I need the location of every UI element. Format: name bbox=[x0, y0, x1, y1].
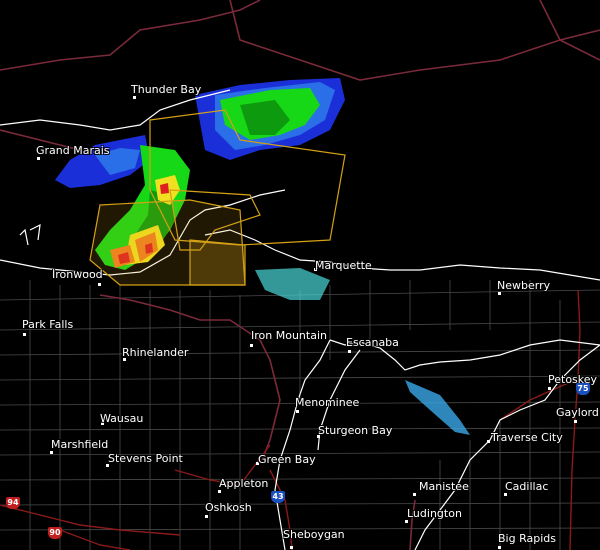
city-stevens-point: Stevens Point bbox=[108, 452, 183, 465]
city-dot bbox=[487, 440, 490, 443]
city-rhinelander: Rhinelander bbox=[122, 346, 189, 359]
interstate-94-shield: 94 bbox=[6, 497, 20, 509]
city-sturgeon-bay: Sturgeon Bay bbox=[318, 424, 393, 437]
city-gaylord: Gaylord bbox=[556, 406, 599, 419]
city-dot bbox=[405, 520, 408, 523]
city-dot bbox=[205, 515, 208, 518]
city-big-rapids: Big Rapids bbox=[498, 532, 556, 545]
city-dot bbox=[50, 451, 53, 454]
city-dot bbox=[498, 292, 501, 295]
interstate-43-shield: 43 bbox=[271, 491, 285, 503]
city-dot bbox=[574, 420, 577, 423]
city-dot bbox=[23, 333, 26, 336]
city-iron-mountain: Iron Mountain bbox=[251, 329, 327, 342]
city-dot bbox=[296, 410, 299, 413]
city-ironwood: Ironwood bbox=[52, 268, 103, 281]
city-cadillac: Cadillac bbox=[505, 480, 549, 493]
city-appleton: Appleton bbox=[219, 477, 269, 490]
city-green-bay: Green Bay bbox=[258, 453, 316, 466]
city-dot bbox=[218, 490, 221, 493]
city-dot bbox=[133, 96, 136, 99]
city-oshkosh: Oshkosh bbox=[205, 501, 252, 514]
city-dot bbox=[98, 283, 101, 286]
radar-map: Thunder Bay Grand Marais Ironwood Marque… bbox=[0, 0, 600, 550]
city-manistee: Manistee bbox=[419, 480, 469, 493]
city-dot bbox=[548, 387, 551, 390]
interstate-90-shield: 90 bbox=[48, 527, 62, 539]
city-newberry: Newberry bbox=[497, 279, 551, 292]
city-park-falls: Park Falls bbox=[22, 318, 74, 331]
city-dot bbox=[250, 344, 253, 347]
interstate-75-shield: 75 bbox=[576, 383, 590, 395]
city-wausau: Wausau bbox=[100, 412, 144, 425]
city-thunder-bay: Thunder Bay bbox=[131, 83, 202, 96]
city-menominee: Menominee bbox=[295, 396, 360, 409]
city-ludington: Ludington bbox=[407, 507, 462, 520]
city-traverse-city: Traverse City bbox=[491, 431, 563, 444]
city-dot bbox=[348, 350, 351, 353]
city-marshfield: Marshfield bbox=[51, 438, 109, 451]
city-sheboygan: Sheboygan bbox=[283, 528, 345, 541]
city-dot bbox=[37, 157, 40, 160]
city-dot bbox=[413, 493, 416, 496]
city-dot bbox=[498, 546, 501, 549]
city-escanaba: Escanaba bbox=[346, 336, 399, 349]
city-dot bbox=[504, 493, 507, 496]
city-dot bbox=[290, 546, 293, 549]
city-grand-marais: Grand Marais bbox=[36, 144, 110, 157]
city-marquette: Marquette bbox=[315, 259, 372, 272]
